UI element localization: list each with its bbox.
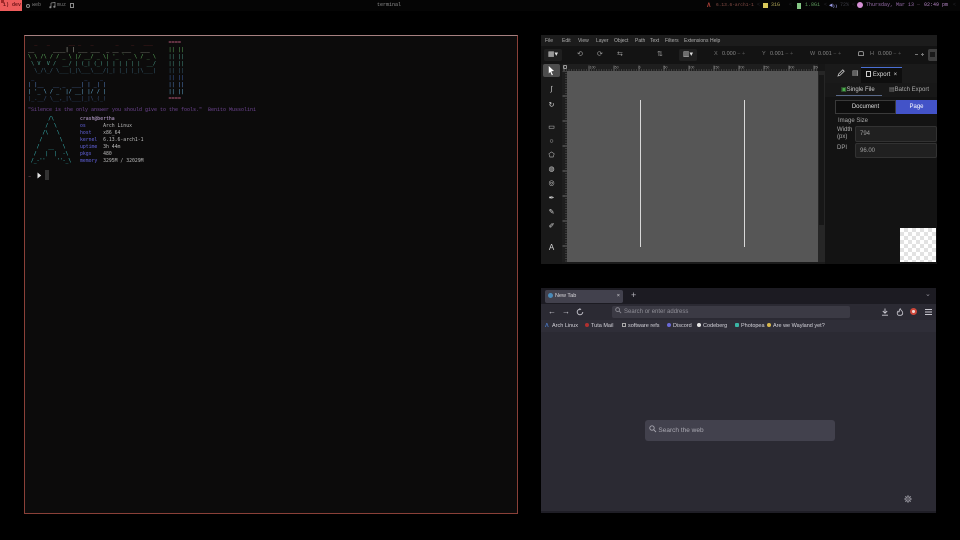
svg-text:-100: -100 (589, 66, 596, 70)
svg-text:350: 350 (814, 66, 819, 70)
svg-text:200: 200 (739, 66, 745, 70)
svg-text:250: 250 (764, 66, 770, 70)
svg-text:300: 300 (789, 66, 795, 70)
svg-text:150: 150 (714, 66, 720, 70)
svg-text:100: 100 (689, 66, 695, 70)
svg-text:-50: -50 (614, 66, 619, 70)
svg-text:0: 0 (639, 66, 641, 70)
svg-text:50: 50 (664, 66, 668, 70)
